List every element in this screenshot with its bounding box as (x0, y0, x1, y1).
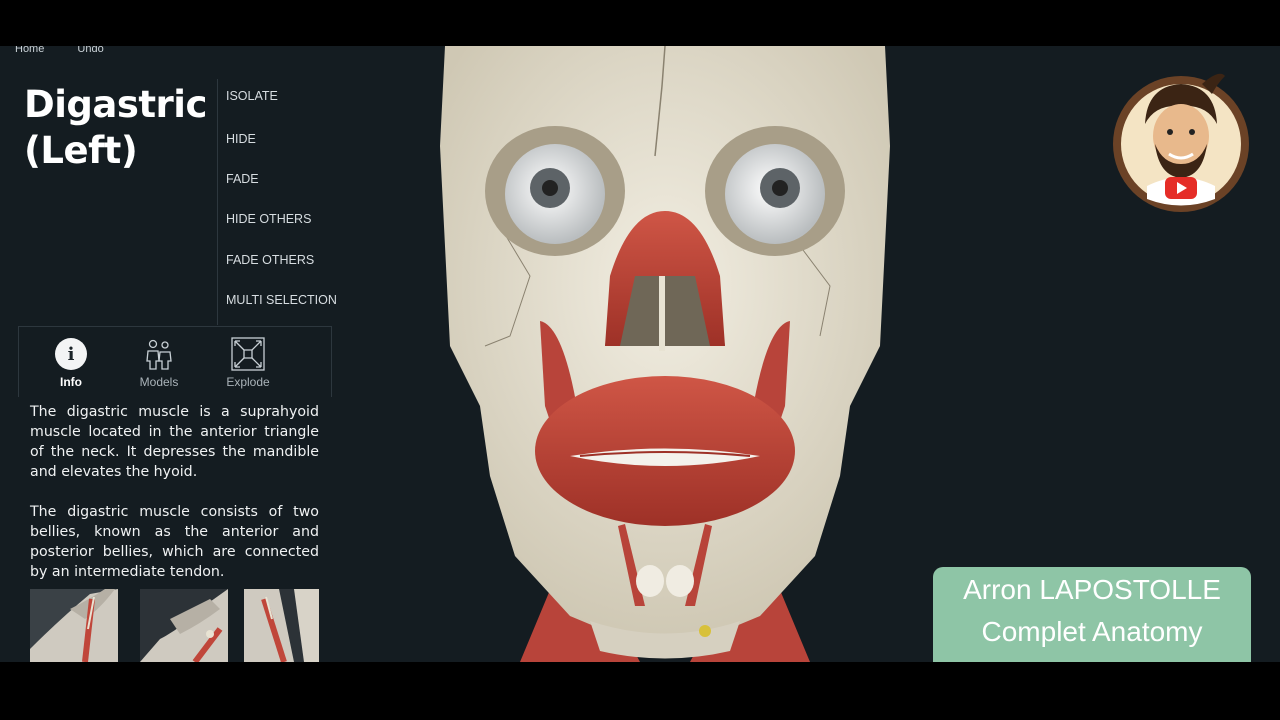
video-top-letterbox (0, 0, 1280, 46)
explode-icon (231, 337, 265, 371)
video-bottom-letterbox (0, 662, 1280, 720)
info-icon: i (54, 337, 88, 371)
tab-info[interactable]: i Info (36, 337, 106, 389)
credits-overlay: Arron LAPOSTOLLE Complet Anatomy Ladentd… (933, 567, 1251, 662)
panel-tabs: i Info Models Explode (18, 326, 332, 397)
anatomy-app: Home Undo Digastric (Left) ISOLATE HIDE … (0, 46, 1280, 662)
credits-line-3: Ladentdechainee (933, 653, 1251, 662)
description-paragraph-1: The digastric muscle is a suprahyoid mus… (30, 404, 319, 480)
title-line-1: Digastric (24, 83, 207, 126)
people-icon (142, 337, 176, 371)
home-link[interactable]: Home (15, 46, 44, 55)
undo-link[interactable]: Undo (77, 46, 103, 55)
hide-others-button[interactable]: HIDE OTHERS (226, 212, 311, 226)
tab-info-label: Info (60, 375, 82, 389)
fade-others-button[interactable]: FADE OTHERS (226, 253, 314, 267)
multi-selection-button[interactable]: MULTI SELECTION (226, 293, 337, 307)
fade-button[interactable]: FADE (226, 172, 259, 186)
tab-explode-label: Explode (226, 375, 270, 389)
thumbnail-posterior-view[interactable] (244, 589, 319, 662)
thumbnail-anterior-view[interactable] (30, 589, 118, 662)
title-line-2: (Left) (24, 129, 138, 173)
channel-logo (1107, 64, 1255, 212)
hide-button[interactable]: HIDE (226, 132, 256, 146)
action-menu: ISOLATE HIDE FADE HIDE OTHERS FADE OTHER… (217, 79, 337, 325)
3d-model-viewport[interactable] (440, 46, 890, 662)
credits-line-2: Complet Anatomy (981, 616, 1203, 647)
tab-models[interactable]: Models (124, 337, 194, 389)
top-nav: Home Undo (15, 46, 134, 55)
thumbnail-strip (30, 589, 319, 662)
structure-title: Digastric (Left) (24, 82, 207, 175)
tab-explode[interactable]: Explode (213, 337, 283, 389)
credits-line-1: Arron LAPOSTOLLE (963, 574, 1221, 605)
thumbnail-lateral-view[interactable] (140, 589, 228, 662)
tab-models-label: Models (139, 375, 179, 389)
description-paragraph-2: The digastric muscle consists of two bel… (30, 504, 319, 580)
isolate-button[interactable]: ISOLATE (226, 89, 278, 103)
description-panel: The digastric muscle is a suprahyoid mus… (30, 402, 319, 602)
